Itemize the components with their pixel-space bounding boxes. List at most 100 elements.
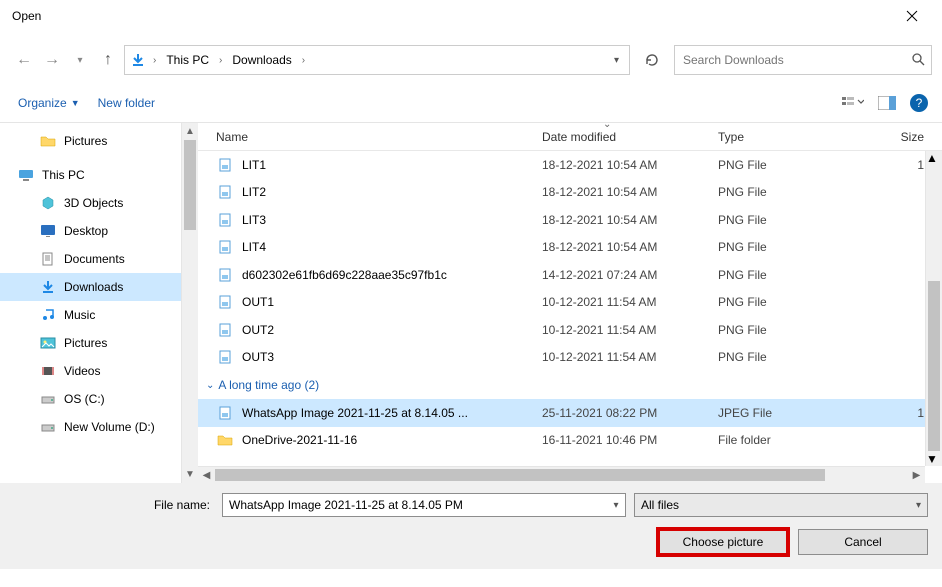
choose-picture-label: Choose picture [683,535,764,549]
tree-item-3d-objects[interactable]: 3D Objects [0,189,181,217]
footer: File name: ▾ All files ▾ Choose picture … [0,483,942,569]
png-icon [216,293,234,311]
search-input[interactable] [681,52,911,68]
chevron-down-icon: ▾ [916,500,921,511]
scroll-thumb[interactable] [928,281,940,451]
jpg-icon [216,404,234,422]
tree-item-label: Pictures [64,336,107,350]
tree-item-label: Pictures [64,134,107,148]
column-size[interactable]: Size [874,130,924,144]
scroll-left-arrow[interactable]: ◀ [198,467,215,484]
file-name: d602302e61fb6d69c228aae35c97fb1c [242,268,542,282]
scroll-down-arrow[interactable]: ▼ [926,452,942,466]
tree-item-pictures[interactable]: Pictures [0,127,181,155]
cancel-button[interactable]: Cancel [798,529,928,555]
file-row[interactable]: LIT118-12-2021 10:54 AMPNG File1 [198,151,942,179]
organize-menu[interactable]: Organize ▼ [18,96,80,110]
breadcrumb-folder[interactable]: Downloads [228,53,295,67]
column-headers[interactable]: ⌄ Name Date modified Type Size [198,123,942,151]
view-options-button[interactable] [842,92,864,114]
scroll-thumb[interactable] [215,469,825,481]
back-button[interactable]: ← [12,48,36,72]
file-name: OUT1 [242,295,542,309]
close-button[interactable] [892,2,932,30]
tree-item-pictures[interactable]: Pictures [0,329,181,357]
recent-locations-button[interactable]: ▾ [68,48,92,72]
file-row[interactable]: OUT110-12-2021 11:54 AMPNG File [198,289,942,317]
file-row[interactable]: WhatsApp Image 2021-11-25 at 8.14.05 ...… [198,399,942,427]
group-header[interactable]: ⌄A long time ago (2) [198,371,942,399]
chevron-right-icon: › [217,55,224,66]
file-type: PNG File [718,350,874,364]
file-type: File folder [718,433,874,447]
tree-item-music[interactable]: Music [0,301,181,329]
file-row[interactable]: OUT310-12-2021 11:54 AMPNG File [198,344,942,372]
choose-picture-button[interactable]: Choose picture [658,529,788,555]
file-row[interactable]: LIT218-12-2021 10:54 AMPNG File [198,179,942,207]
up-button[interactable]: ↑ [96,48,120,72]
tree-item-label: 3D Objects [64,196,123,210]
tree-item-label: Music [64,308,95,322]
file-row[interactable]: d602302e61fb6d69c228aae35c97fb1c14-12-20… [198,261,942,289]
pictures-icon [40,335,56,351]
scroll-thumb[interactable] [184,140,196,230]
filename-combobox[interactable]: ▾ [222,493,626,517]
file-row[interactable]: LIT418-12-2021 10:54 AMPNG File [198,234,942,262]
chevron-down-icon[interactable]: ▾ [607,500,625,511]
3d-icon [40,195,56,211]
tree-item-label: Downloads [64,280,123,294]
downloads-icon [40,279,56,295]
filename-input[interactable] [223,498,607,512]
file-name: OUT2 [242,323,542,337]
tree-item-videos[interactable]: Videos [0,357,181,385]
tree-item-os-c-[interactable]: OS (C:) [0,385,181,413]
content-scrollbar-h[interactable]: ◀ ▶ [198,466,925,483]
search-box[interactable] [674,45,932,75]
file-size: 1 [874,158,924,172]
file-name: LIT3 [242,213,542,227]
file-type: PNG File [718,185,874,199]
file-filter-select[interactable]: All files ▾ [634,493,928,517]
file-date: 10-12-2021 11:54 AM [542,350,718,364]
preview-pane-button[interactable] [876,92,898,114]
png-icon [216,183,234,201]
address-bar[interactable]: › This PC › Downloads › ▾ [124,45,630,75]
content-scrollbar-v[interactable]: ▲ ▼ [925,151,942,466]
desktop-icon [40,223,56,239]
tree-item-documents[interactable]: Documents [0,245,181,273]
file-row[interactable]: OUT210-12-2021 11:54 AMPNG File [198,316,942,344]
new-folder-label: New folder [98,96,155,110]
refresh-button[interactable] [634,45,670,75]
body-area: Pictures This PC 3D Objects Desktop Document… [0,123,942,483]
tree-item-new-volume-d-[interactable]: New Volume (D:) [0,413,181,441]
file-date: 10-12-2021 11:54 AM [542,323,718,337]
column-date[interactable]: Date modified [542,130,718,144]
scroll-right-arrow[interactable]: ▶ [908,467,925,484]
breadcrumb-root[interactable]: This PC [162,53,213,67]
help-button[interactable]: ? [910,94,928,112]
tree-item-label: OS (C:) [64,392,105,406]
forward-button[interactable]: → [40,48,64,72]
scroll-up-arrow[interactable]: ▲ [926,151,942,165]
navigation-pane: Pictures This PC 3D Objects Desktop Document… [0,123,198,483]
scroll-down-arrow[interactable]: ▼ [182,466,198,483]
tree-item-label: This PC [42,168,85,182]
file-row[interactable]: LIT318-12-2021 10:54 AMPNG File [198,206,942,234]
column-type[interactable]: Type [718,130,874,144]
tree-item-this-pc[interactable]: This PC [0,161,181,189]
png-icon [216,321,234,339]
address-dropdown[interactable]: ▾ [610,55,623,66]
chevron-right-icon: › [300,55,307,66]
new-folder-button[interactable]: New folder [98,96,155,110]
file-type: PNG File [718,213,874,227]
group-label: A long time ago (2) [218,378,319,392]
nav-scrollbar[interactable]: ▲ ▼ [181,123,198,483]
column-name[interactable]: Name [216,130,542,144]
organize-label: Organize [18,96,67,110]
tree-item-desktop[interactable]: Desktop [0,217,181,245]
file-type: PNG File [718,295,874,309]
scroll-up-arrow[interactable]: ▲ [182,123,198,140]
tree-item-label: Desktop [64,224,108,238]
tree-item-downloads[interactable]: Downloads [0,273,181,301]
file-row[interactable]: OneDrive-2021-11-1616-11-2021 10:46 PMFi… [198,427,942,455]
